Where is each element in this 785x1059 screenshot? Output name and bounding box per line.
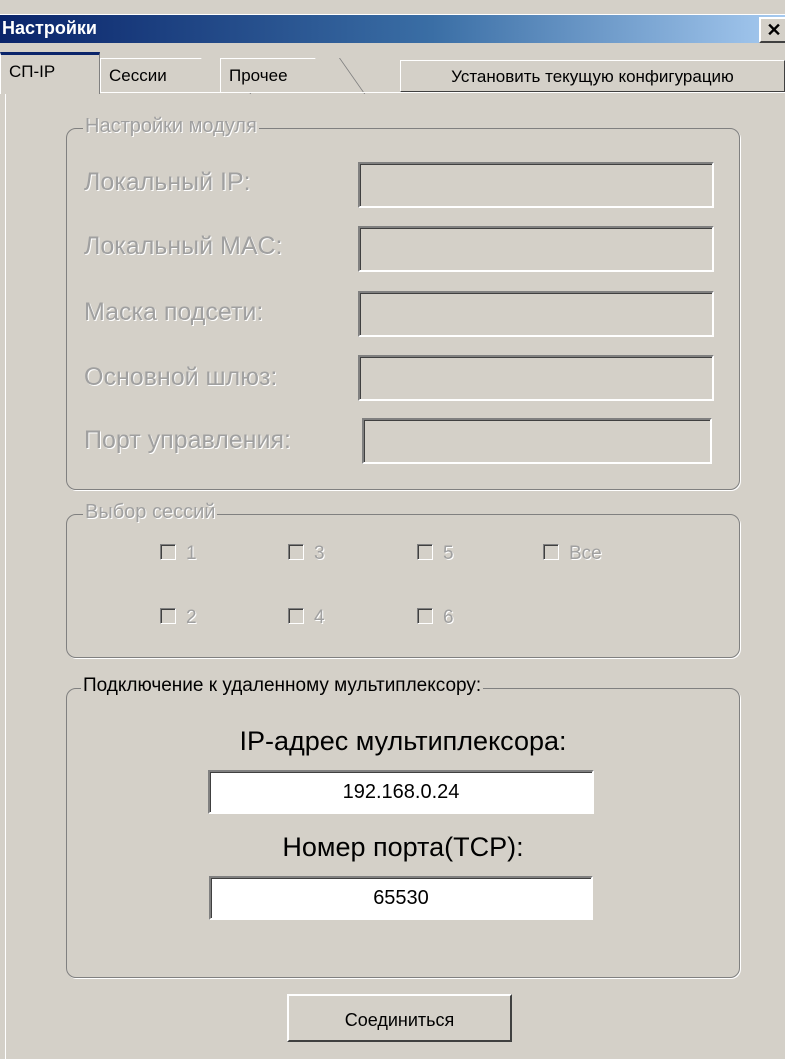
subnet-mask-label: Маска подсети: (84, 298, 264, 326)
session-1-checkbox[interactable]: 1 (160, 543, 197, 565)
control-port-field[interactable] (362, 418, 712, 464)
gateway-field[interactable] (358, 355, 714, 401)
local-mac-label: Локальный MAC: (84, 232, 283, 260)
checkbox-box[interactable] (417, 544, 433, 560)
checkbox-label: 3 (314, 543, 325, 564)
mux-ip-input[interactable]: 192.168.0.24 (208, 770, 594, 814)
session-all-checkbox[interactable]: Все (543, 543, 602, 565)
checkbox-label: 5 (443, 543, 454, 564)
tab-other[interactable]: Прочее (220, 58, 324, 92)
gateway-label: Основной шлюз: (84, 363, 278, 391)
session-6-checkbox[interactable]: 6 (417, 607, 454, 629)
local-ip-label: Локальный IP: (84, 168, 251, 196)
sessions-legend: Выбор сессий (83, 501, 218, 524)
checkbox-label: 1 (186, 543, 197, 564)
session-2-checkbox[interactable]: 2 (160, 607, 197, 629)
port-number-input[interactable]: 65530 (209, 876, 593, 920)
checkbox-label: 2 (186, 607, 197, 628)
remote-connection-legend: Подключение к удаленному мультиплексору: (81, 675, 484, 697)
control-port-label: Порт управления: (84, 426, 291, 454)
session-3-checkbox[interactable]: 3 (288, 543, 325, 565)
session-4-checkbox[interactable]: 4 (288, 607, 325, 629)
checkbox-box[interactable] (288, 608, 304, 624)
connect-button[interactable]: Соединиться (287, 994, 512, 1042)
sessions-group: Выбор сессий (66, 501, 740, 658)
checkbox-box[interactable] (543, 544, 559, 560)
checkbox-label: 4 (314, 607, 325, 628)
port-number-label: Номер порта(TCP): (282, 832, 524, 862)
checkbox-box[interactable] (160, 608, 176, 624)
mux-ip-label: IP-адрес мультиплексора: (239, 726, 567, 756)
session-5-checkbox[interactable]: 5 (417, 543, 454, 565)
title-bar: Настройки ✕ (0, 14, 785, 43)
tab-sp-ip[interactable]: СП-IP (0, 52, 100, 94)
module-settings-legend: Настройки модуля (83, 115, 259, 138)
checkbox-label: 6 (443, 607, 454, 628)
checkbox-box[interactable] (160, 544, 176, 560)
tab-sessions[interactable]: Сессии (100, 58, 210, 92)
local-ip-field[interactable] (358, 162, 714, 208)
apply-configuration-button[interactable]: Установить текущую конфигурацию (400, 60, 785, 92)
checkbox-box[interactable] (417, 608, 433, 624)
window-title: Настройки (2, 18, 97, 38)
checkbox-label: Все (569, 543, 602, 564)
close-button[interactable]: ✕ (759, 17, 785, 43)
checkbox-box[interactable] (288, 544, 304, 560)
subnet-mask-field[interactable] (358, 291, 714, 337)
local-mac-field[interactable] (358, 226, 714, 272)
